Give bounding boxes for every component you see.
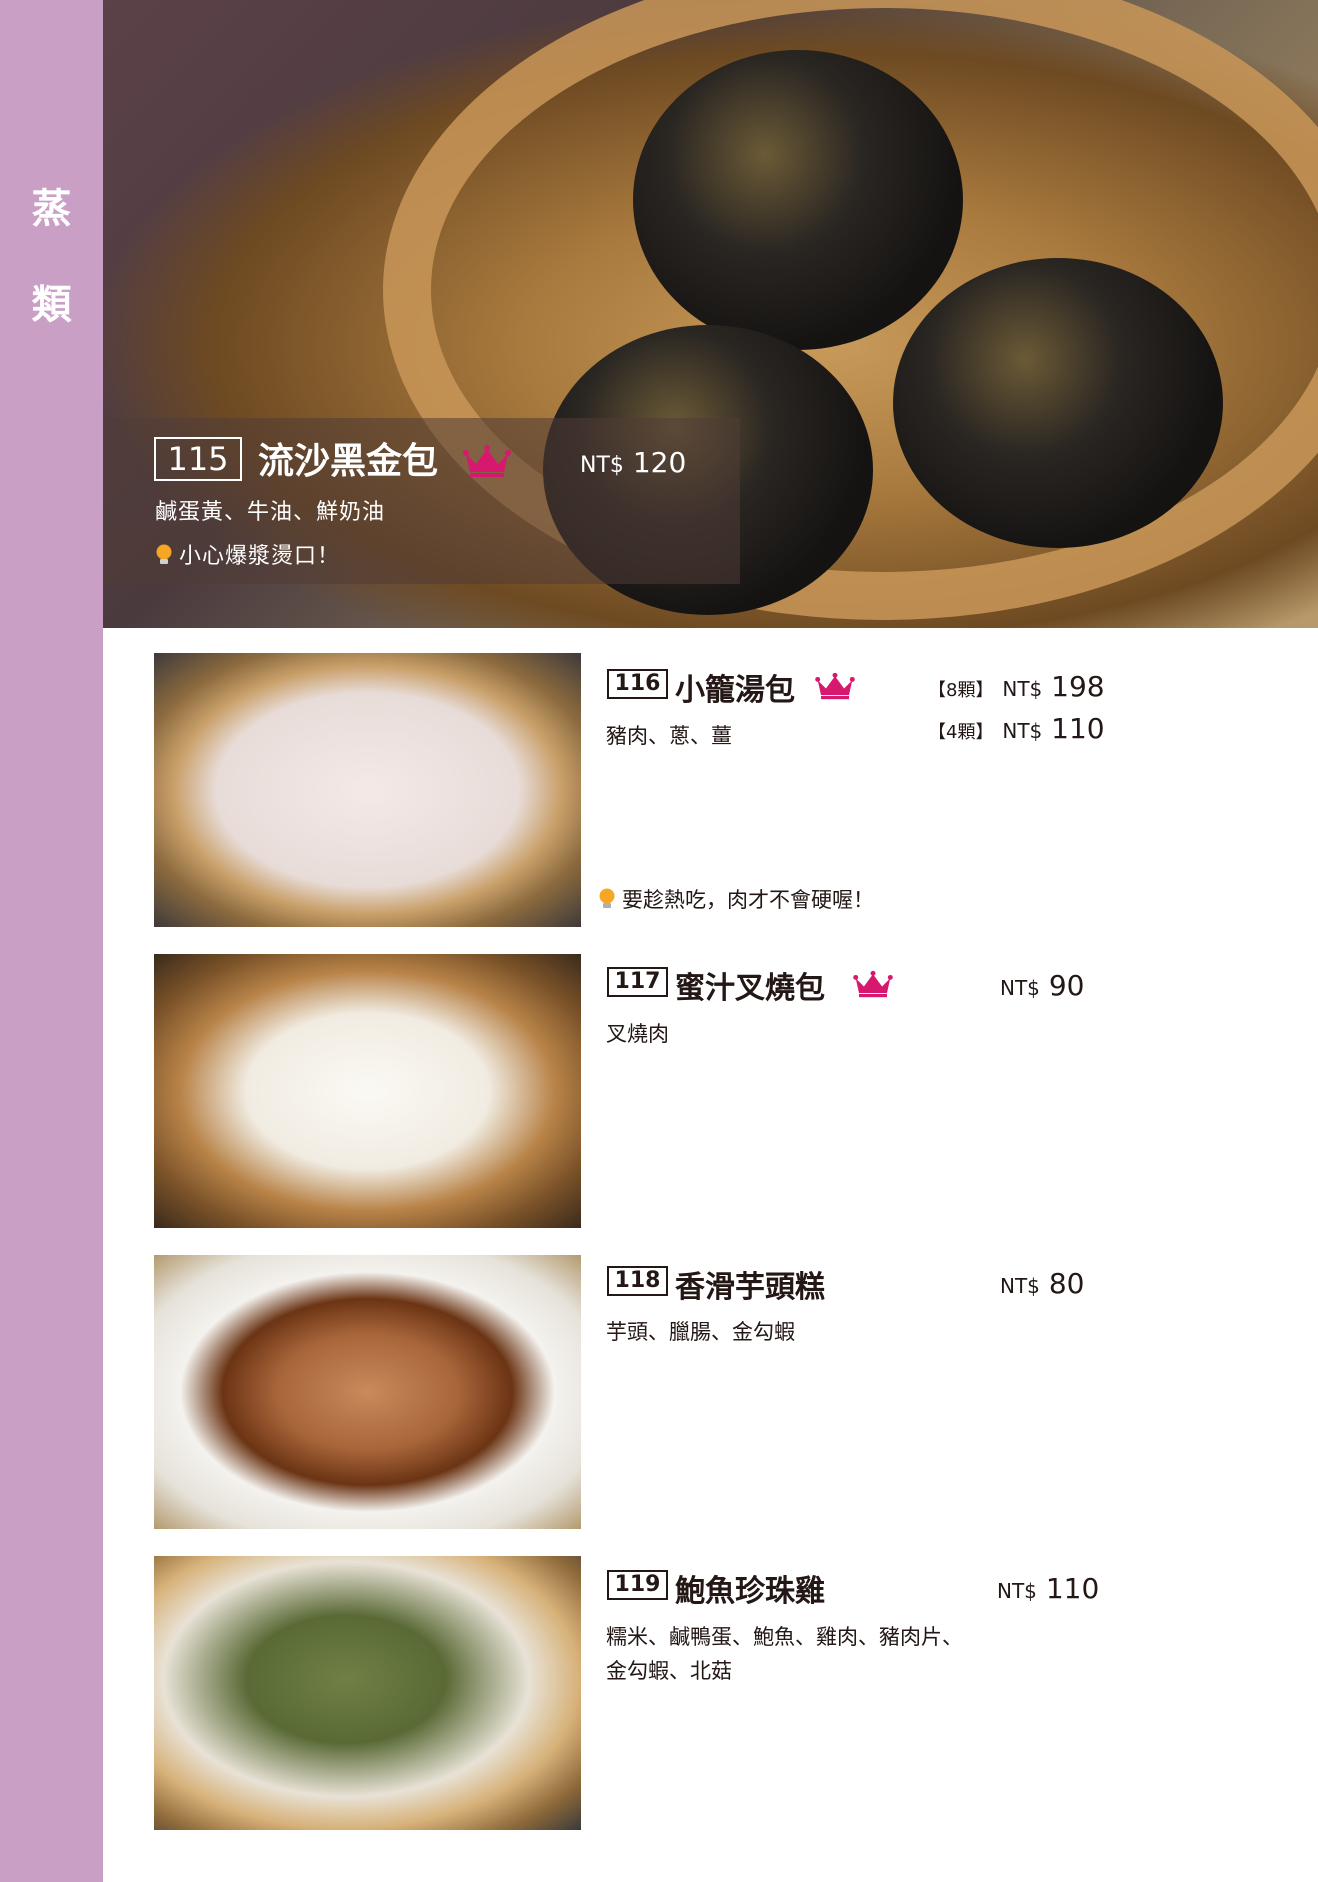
item-name: 小籠湯包 <box>675 673 795 708</box>
currency-label: NT$ <box>1000 1274 1040 1298</box>
item-photo-char-siu-bao <box>154 954 581 1228</box>
crown-icon <box>853 970 893 998</box>
item-price: NT$ 110 <box>997 1572 1099 1605</box>
price-value: 120 <box>632 446 687 479</box>
item-description: 芋頭、臘腸、金勾蝦 <box>606 1320 795 1344</box>
item-name: 香滑芋頭糕 <box>675 1270 825 1305</box>
featured-item-price: NT$ 120 <box>580 446 686 479</box>
price-value: 80 <box>1048 1267 1085 1300</box>
category-title-char-1: 蒸 <box>31 186 72 232</box>
lightbulb-icon <box>599 888 615 908</box>
tip-text: 要趁熱吃，肉才不會硬喔！ <box>622 888 874 912</box>
item-price: NT$ 80 <box>1000 1267 1084 1300</box>
item-number: 117 <box>607 967 668 997</box>
featured-item-number: 115 <box>154 437 242 481</box>
item-photo-xiaolongbao <box>154 653 581 927</box>
price-value: 110 <box>1051 712 1105 745</box>
currency-label: NT$ <box>1002 719 1043 743</box>
item-description: 糯米、鹹鴨蛋、鮑魚、雞肉、豬肉片、 金勾蝦、北菇 <box>606 1620 963 1688</box>
item-name: 蜜汁叉燒包 <box>675 971 825 1006</box>
featured-item-name: 流沙黑金包 <box>258 441 439 482</box>
price-value: 198 <box>1051 670 1105 703</box>
item-description: 豬肉、蔥、薑 <box>606 724 732 748</box>
item-price-large: 【8顆】 NT$ 198 <box>928 670 1105 703</box>
quantity-label: 【4顆】 <box>928 722 994 743</box>
item-photo-taro-cake <box>154 1255 581 1529</box>
currency-label: NT$ <box>1000 976 1040 1000</box>
item-photo-lotus-leaf-chicken <box>154 1556 581 1830</box>
item-description: 叉燒肉 <box>606 1022 669 1046</box>
currency-label: NT$ <box>580 453 624 478</box>
item-tip: 要趁熱吃，肉才不會硬喔！ <box>598 884 874 914</box>
item-price: NT$ 90 <box>1000 969 1084 1002</box>
item-number: 116 <box>607 669 668 699</box>
price-value: 110 <box>1045 1572 1100 1605</box>
featured-item-description: 鹹蛋黃、牛油、鮮奶油 <box>155 500 386 525</box>
category-title-char-2: 類 <box>31 282 72 328</box>
item-name: 鮑魚珍珠雞 <box>675 1574 825 1609</box>
lightbulb-icon <box>156 544 172 564</box>
item-price-small: 【4顆】 NT$ 110 <box>928 712 1105 745</box>
price-value: 90 <box>1048 969 1085 1002</box>
item-number: 119 <box>607 1570 668 1600</box>
description-line: 金勾蝦、北菇 <box>606 1659 732 1683</box>
item-number: 118 <box>607 1266 668 1296</box>
tip-text: 小心爆漿燙口！ <box>179 544 341 569</box>
crown-icon <box>815 672 855 700</box>
featured-item-tip: 小心爆漿燙口！ <box>155 538 340 570</box>
crown-icon <box>463 445 511 477</box>
description-line: 糯米、鹹鴨蛋、鮑魚、雞肉、豬肉片、 <box>606 1625 963 1649</box>
currency-label: NT$ <box>997 1579 1037 1603</box>
quantity-label: 【8顆】 <box>928 680 994 701</box>
currency-label: NT$ <box>1002 677 1043 701</box>
